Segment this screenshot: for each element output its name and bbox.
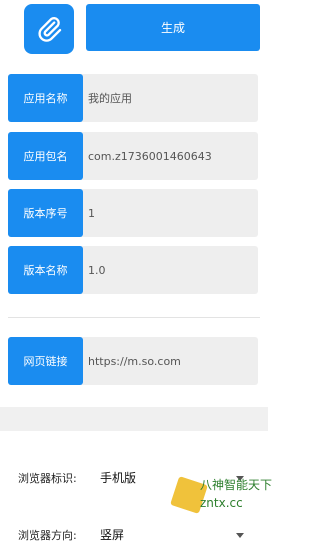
browser-id-label: 浏览器标识: [18, 472, 77, 485]
orientation-label: 浏览器方向: [18, 529, 77, 542]
divider [8, 317, 260, 318]
url-label: 网页链接 [8, 337, 83, 385]
version-code-row: 版本序号 1 [8, 189, 258, 237]
version-name-row: 版本名称 1.0 [8, 246, 258, 294]
version-code-label: 版本序号 [8, 189, 83, 237]
package-name-row: 应用包名 com.z1736001460643 [8, 132, 258, 180]
version-code-field[interactable]: 1 [88, 189, 254, 237]
url-row: 网页链接 https://m.so.com [8, 337, 258, 385]
version-name-label: 版本名称 [8, 246, 83, 294]
watermark-text-line1: 八神智能天下 [200, 478, 273, 492]
paperclip-icon [38, 17, 62, 42]
package-name-label: 应用包名 [8, 132, 83, 180]
app-name-row: 应用名称 我的应用 [8, 74, 258, 122]
url-field[interactable]: https://m.so.com [88, 337, 254, 385]
section-separator [0, 407, 268, 431]
generate-button[interactable]: 生成 [86, 4, 260, 51]
browser-id-select[interactable]: 手机版 [100, 469, 136, 486]
package-name-field[interactable]: com.z1736001460643 [88, 132, 254, 180]
app-name-field[interactable]: 我的应用 [88, 74, 254, 122]
version-name-field[interactable]: 1.0 [88, 246, 254, 294]
app-icon-button[interactable] [24, 4, 74, 54]
watermark-text-line2: zntx.cc [200, 496, 243, 510]
app-name-label: 应用名称 [8, 74, 83, 122]
orientation-select[interactable]: 竖屏 [100, 526, 124, 543]
watermark-badge: 八神智能天下 zntx.cc [170, 472, 272, 546]
